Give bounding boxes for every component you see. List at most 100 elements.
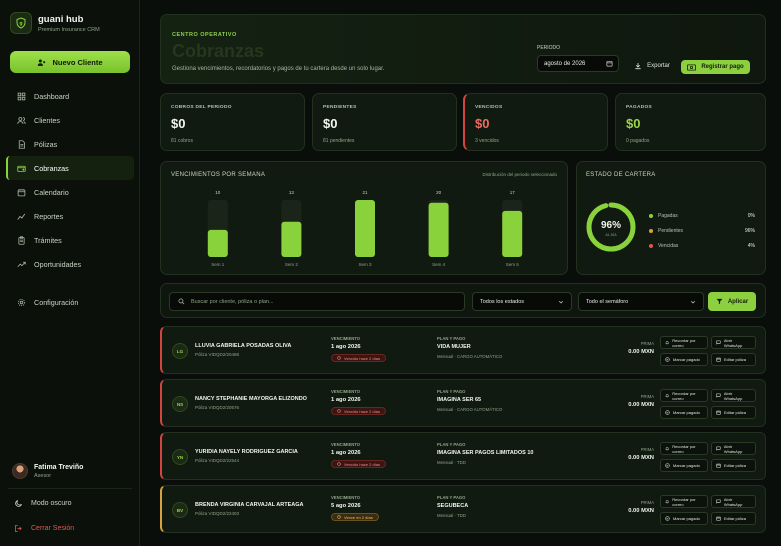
search-icon	[178, 298, 185, 305]
chat-icon	[716, 446, 721, 451]
sidebar-item-label: Pólizas	[34, 139, 58, 149]
mark-paid-label: Marcar pagado	[673, 410, 700, 415]
bar-5[interactable]	[502, 210, 523, 257]
premium-amount: 0.00 MXN	[628, 508, 654, 514]
policy-number: Póliza VIDQD2/22544	[195, 458, 240, 463]
dark-mode-label: Modo oscuro	[31, 500, 72, 507]
remind-email-label: Recordar por correo	[672, 337, 696, 348]
legend-dot	[649, 228, 653, 233]
status-badge-label: Vencido hace 2 días	[344, 408, 381, 414]
sidebar-item-cobranzas[interactable]: Cobranzas	[6, 156, 134, 180]
sidebar-item-reportes[interactable]: Reportes	[6, 204, 134, 228]
register-payment-button[interactable]: Registrar pago	[681, 60, 750, 74]
dark-mode-toggle[interactable]: Modo oscuro	[14, 499, 71, 508]
client-name[interactable]: YURIDIA NAYELY RODRIGUEZ GARCIA	[195, 449, 298, 455]
open-whatsapp-button[interactable]: Abrir WhatsApp	[711, 336, 756, 349]
client-name[interactable]: BRENDA VIRGINIA CARVAJAL ARTEAGA	[195, 502, 303, 508]
status-badge-label: Vencido hace 2 días	[344, 355, 381, 361]
due-label: VENCIMIENTO	[331, 495, 361, 500]
clock-icon	[337, 409, 341, 413]
bar-3[interactable]	[355, 200, 375, 257]
donut-sub: AL DÍA	[605, 233, 617, 237]
logout-button[interactable]: Cerrar Sesión	[14, 524, 74, 533]
user-profile[interactable]: Fatima Treviño Asesor	[12, 463, 83, 479]
app-subtitle: Premium Insurance CRM	[38, 26, 100, 33]
client-name[interactable]: NANCY STEPHANIE MAYORGA ELIZONDO	[195, 396, 307, 402]
sidebar-item-calendario[interactable]: Calendario	[6, 180, 134, 204]
filter-bar: Todos los estados Todo el semáforo Aplic…	[160, 283, 766, 318]
bar-value-label: 17	[510, 190, 516, 195]
bar-value-label: 13	[289, 190, 295, 195]
semaphore-select[interactable]: Todo el semáforo	[578, 292, 704, 311]
legend-row-pagadas: Pagadas 0%	[649, 208, 755, 223]
hero-kicker: CENTRO OPERATIVO	[172, 32, 237, 38]
sidebar-item-oportunidades[interactable]: Oportunidades	[6, 252, 134, 276]
search-box[interactable]	[169, 292, 465, 311]
apply-button[interactable]: Aplicar	[708, 292, 756, 311]
user-name: Fatima Treviño	[34, 463, 84, 471]
bell-icon	[665, 447, 670, 451]
sidebar-item-dashboard[interactable]: Dashboard	[6, 84, 134, 108]
mark-paid-button[interactable]: Marcar pagado	[660, 459, 708, 472]
plan-label: PLAN Y PAGO	[437, 495, 466, 500]
table-row[interactable]: LG LLUVIA GABRIELA POSADAS OLIVA Póliza …	[160, 326, 766, 374]
brand[interactable]: g guani hub Premium Insurance CRM	[10, 12, 100, 34]
premium-label: PRIMA	[640, 447, 654, 452]
edit-policy-button[interactable]: Editar póliza	[711, 459, 756, 472]
open-whatsapp-button[interactable]: Abrir WhatsApp	[711, 442, 756, 455]
donut-percent: 96%	[601, 220, 621, 231]
register-payment-label: Registrar pago	[701, 64, 744, 70]
wallet-icon	[17, 164, 26, 173]
plan-name: VIDA MUJER	[437, 344, 471, 350]
remind-email-button[interactable]: Recordar por correo	[660, 495, 708, 508]
edit-policy-button[interactable]: Editar póliza	[711, 406, 756, 419]
status-select[interactable]: Todos los estados	[472, 292, 572, 311]
sidebar-item-clientes[interactable]: Clientes	[6, 108, 134, 132]
user-plus-icon	[38, 59, 46, 66]
remind-email-button[interactable]: Recordar por correo	[660, 336, 708, 349]
open-whatsapp-button[interactable]: Abrir WhatsApp	[711, 495, 756, 508]
plan-label: PLAN Y PAGO	[437, 389, 466, 394]
mark-paid-button[interactable]: Marcar pagado	[660, 353, 708, 366]
legend-value: 0%	[747, 212, 755, 219]
calendar-edit-icon	[716, 516, 721, 521]
bar-4[interactable]	[428, 202, 449, 257]
edit-policy-button[interactable]: Editar póliza	[711, 512, 756, 525]
due-label: VENCIMIENTO	[331, 389, 361, 394]
open-whatsapp-button[interactable]: Abrir WhatsApp	[711, 389, 756, 402]
grid-icon	[17, 92, 26, 101]
sidebar-item-configuracion[interactable]: Configuración	[6, 290, 134, 314]
legend-label: Vencidas	[658, 242, 679, 249]
bar-1[interactable]	[207, 229, 228, 257]
edit-policy-button[interactable]: Editar póliza	[711, 353, 756, 366]
policy-number: Póliza VIDQD2/20488	[195, 352, 240, 357]
bar-chart: 10 Sem 1 13 Sem 2 21 Sem 3 20 Sem 4 17 Sem 5	[207, 190, 523, 267]
stat-value: $0	[475, 116, 490, 131]
period-picker[interactable]: agosto de 2026	[537, 55, 619, 72]
legend-row-vencidas: Vencidas 4%	[649, 238, 755, 253]
sidebar-item-tramites[interactable]: Trámites	[6, 228, 134, 252]
sidebar-item-polizas[interactable]: Pólizas	[6, 132, 134, 156]
table-row[interactable]: BV BRENDA VIRGINIA CARVAJAL ARTEAGA Póli…	[160, 485, 766, 533]
stat-sub: 81 cobros	[171, 138, 193, 144]
search-input[interactable]	[191, 298, 451, 305]
stat-card-pagados: PAGADOS $0 0 pagados	[615, 93, 766, 151]
remind-email-button[interactable]: Recordar por correo	[660, 389, 708, 402]
edit-policy-label: Editar póliza	[724, 357, 747, 362]
sidebar-nav: Dashboard Clientes Pólizas Cobranzas Cal…	[6, 84, 134, 314]
remind-email-button[interactable]: Recordar por correo	[660, 442, 708, 455]
client-name[interactable]: LLUVIA GABRIELA POSADAS OLIVA	[195, 343, 291, 349]
new-client-button[interactable]: Nuevo Cliente	[10, 51, 130, 73]
export-button[interactable]: Exportar	[628, 58, 676, 74]
due-label: VENCIMIENTO	[331, 442, 361, 447]
table-row[interactable]: NS NANCY STEPHANIE MAYORGA ELIZONDO Póli…	[160, 379, 766, 427]
mark-paid-button[interactable]: Marcar pagado	[660, 406, 708, 419]
bar-2[interactable]	[281, 221, 302, 257]
due-date: 1 ago 2026	[331, 397, 361, 403]
mark-paid-button[interactable]: Marcar pagado	[660, 512, 708, 525]
stat-sub: 3 vencidos	[475, 138, 499, 144]
gear-icon	[17, 298, 26, 307]
table-row[interactable]: YN YURIDIA NAYELY RODRIGUEZ GARCIA Póliz…	[160, 432, 766, 480]
logout-label: Cerrar Sesión	[31, 525, 75, 532]
premium-amount: 0.00 MXN	[628, 455, 654, 461]
